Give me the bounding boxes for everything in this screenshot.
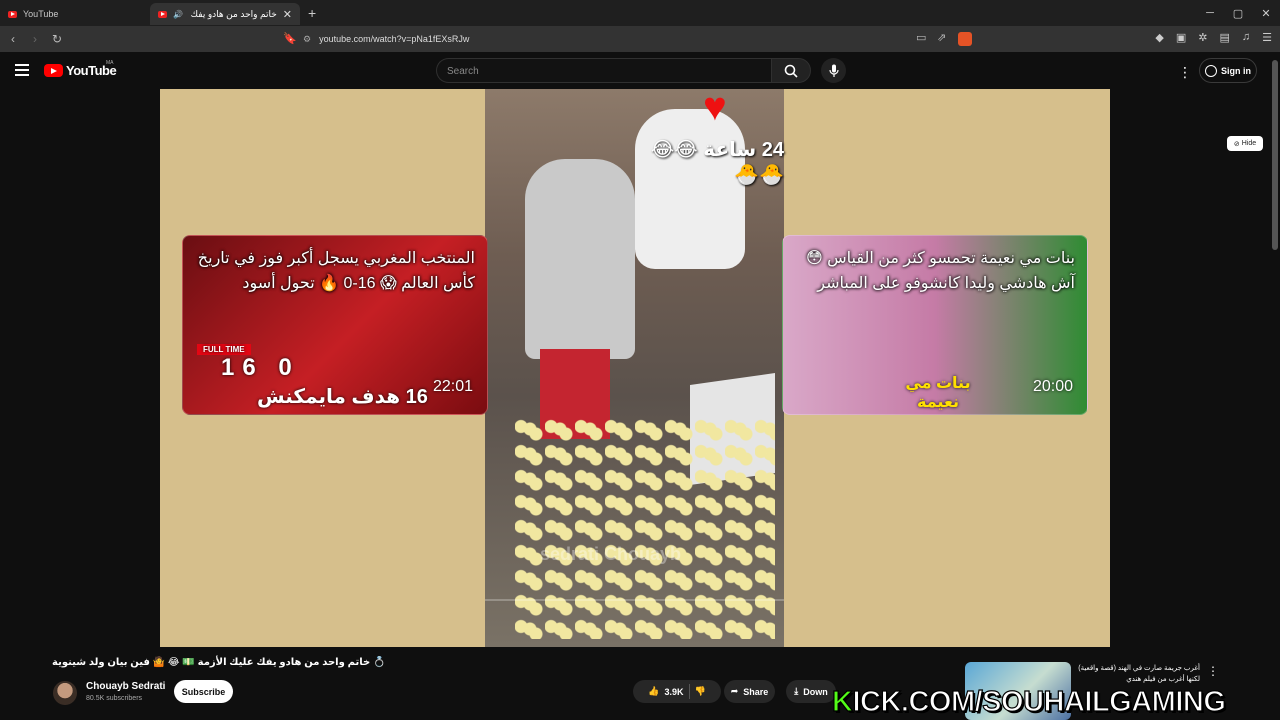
hide-end-cards-button[interactable]: ⊘ Hide bbox=[1227, 136, 1263, 151]
like-count: 3.9K bbox=[664, 686, 684, 697]
hide-icon: ⊘ bbox=[1233, 140, 1240, 148]
thumbs-down-icon: 👎 bbox=[694, 686, 706, 696]
youtube-favicon-icon bbox=[8, 10, 17, 18]
end-card-score: 16 0 bbox=[221, 354, 300, 381]
channel-name[interactable]: Chouayb Sedrati bbox=[86, 681, 165, 692]
minimize-icon[interactable]: ─ bbox=[1196, 7, 1224, 19]
close-tab-icon[interactable]: ✕ bbox=[283, 8, 292, 21]
video-overlay-text: 24 ساعة 😂😂🐣🐣 bbox=[650, 139, 784, 186]
end-card-duration: 22:01 bbox=[432, 378, 473, 395]
heart-icon: ♥ bbox=[703, 89, 727, 129]
like-button[interactable]: 👍 3.9K bbox=[648, 686, 683, 697]
tab-label: خاتم واحد من هادو يفك عليك bbox=[189, 8, 277, 19]
end-card-left[interactable]: المنتخب المغربي يسجل أكبر فوز في تاريخ ك… bbox=[182, 235, 488, 415]
subscribe-button[interactable]: Subscribe bbox=[174, 680, 233, 703]
end-card-title: بنات مي نعيمة تحمسو كثر من القياس 😳 آش ه… bbox=[806, 250, 1075, 292]
video-progress-bar[interactable] bbox=[485, 599, 784, 601]
brave-shield-icon[interactable] bbox=[958, 32, 972, 46]
window-controls: ─ ▢ ✕ bbox=[1196, 0, 1280, 26]
share-icon: ➦ bbox=[730, 686, 739, 696]
sidebar-icon[interactable]: ▣ bbox=[1176, 31, 1186, 44]
url-field[interactable]: ⚙ youtube.com/watch?v=pNa1fEXsRJw bbox=[303, 30, 973, 48]
banner-text: ICK.COM/SOUHAILGAMING bbox=[852, 685, 1227, 718]
video-player[interactable]: ♥ 24 ساعة 😂😂🐣🐣 sedrati Chouayb المنتخب ا… bbox=[160, 89, 1110, 647]
new-tab-icon[interactable]: + bbox=[308, 5, 316, 21]
hamburger-menu-icon[interactable] bbox=[15, 64, 29, 76]
tab-youtube[interactable]: YouTube bbox=[0, 3, 150, 25]
streamer-overlay-banner: KICK.COM/SOUHAILGAMING bbox=[831, 685, 1227, 719]
youtube-logo[interactable]: YouTube MA bbox=[44, 60, 117, 78]
banner-k: K bbox=[831, 685, 853, 718]
youtube-play-icon bbox=[44, 64, 63, 77]
youtube-favicon-icon bbox=[158, 10, 167, 18]
music-icon[interactable]: ♫ bbox=[1242, 31, 1250, 44]
tab-label: YouTube bbox=[23, 9, 59, 19]
recommended-more-icon[interactable]: ⋮ bbox=[1207, 664, 1219, 678]
maximize-icon[interactable]: ▢ bbox=[1224, 7, 1252, 20]
search-button[interactable] bbox=[771, 58, 811, 83]
end-card-thumb-text: بنات مي نعيمة تحمسو بزاااف bbox=[905, 375, 971, 414]
speaker-icon: 🔊 bbox=[173, 9, 183, 19]
sign-in-label: Sign in bbox=[1221, 65, 1251, 76]
divider bbox=[688, 684, 690, 699]
youtube-header: YouTube MA Search ⋮ Sign in bbox=[0, 52, 1280, 90]
hide-label: Hide bbox=[1241, 140, 1257, 147]
download-label: Down bbox=[803, 686, 828, 697]
thumbs-up-icon: 👍 bbox=[648, 686, 660, 696]
extensions-icon[interactable]: ✲ bbox=[1198, 31, 1207, 44]
country-code: MA bbox=[106, 60, 114, 66]
back-icon[interactable]: ‹ bbox=[4, 32, 22, 46]
video-watermark: sedrati Chouayb bbox=[540, 544, 682, 564]
dislike-button[interactable]: 👎 bbox=[695, 686, 706, 697]
download-icon: ⤓ bbox=[794, 686, 799, 696]
like-dislike-group: 👍 3.9K 👎 bbox=[633, 680, 721, 703]
page-scrollbar[interactable] bbox=[1272, 60, 1278, 250]
bookmark-icon[interactable]: 🔖 bbox=[283, 32, 297, 45]
search-icon bbox=[784, 64, 798, 78]
wallet-icon[interactable]: ◆ bbox=[1155, 31, 1163, 44]
end-card-title: المنتخب المغربي يسجل أكبر فوز في تاريخ ك… bbox=[197, 250, 475, 292]
end-card-thumb-text: 16 هدف مايمكنش bbox=[257, 386, 428, 408]
video-person-standing bbox=[635, 109, 745, 269]
browser-tab-bar: YouTube 🔊 خاتم واحد من هادو يفك عليك ✕ +… bbox=[0, 0, 1280, 26]
video-chicks bbox=[515, 419, 775, 639]
browser-toolbar-icons: ◆ ▣ ✲ ▤ ♫ ☰ bbox=[1155, 31, 1272, 44]
url-text: youtube.com/watch?v=pNa1fEXsRJw bbox=[319, 34, 470, 44]
settings-kebab-icon[interactable]: ⋮ bbox=[1178, 64, 1192, 81]
reload-icon[interactable]: ↻ bbox=[48, 32, 66, 46]
tab-current-video[interactable]: 🔊 خاتم واحد من هادو يفك عليك ✕ bbox=[150, 3, 300, 25]
share-label: Share bbox=[743, 686, 769, 697]
share-page-icon[interactable]: ⇗ bbox=[937, 31, 946, 44]
sign-in-button[interactable]: Sign in bbox=[1199, 58, 1257, 83]
media-icon[interactable]: ▤ bbox=[1219, 31, 1229, 44]
recommended-video-title[interactable]: أغرب جريمة صارت في الهند (قصة واقعية) لك… bbox=[1075, 663, 1200, 685]
menu-icon[interactable]: ☰ bbox=[1262, 31, 1272, 44]
video-title: خاتم واحد من هادو يفك عليك الأزمة 💵 😂 🤷 … bbox=[52, 657, 386, 668]
video-person-crouching bbox=[525, 159, 635, 359]
subscriber-count: 80.5K subscribers bbox=[86, 695, 143, 702]
channel-avatar[interactable] bbox=[53, 681, 77, 705]
close-window-icon[interactable]: ✕ bbox=[1252, 7, 1280, 20]
search-input[interactable]: Search bbox=[436, 58, 771, 83]
account-icon bbox=[1205, 64, 1217, 77]
download-button[interactable]: ⤓ Down bbox=[786, 680, 836, 703]
video-frame: ♥ 24 ساعة 😂😂🐣🐣 sedrati Chouayb bbox=[485, 89, 784, 647]
site-info-icon[interactable]: ⚙ bbox=[303, 34, 311, 45]
cast-icon[interactable]: ▭ bbox=[916, 31, 926, 44]
address-bar: ‹ › ↻ 🔖 ⚙ youtube.com/watch?v=pNa1fEXsRJ… bbox=[0, 26, 1280, 52]
microphone-icon bbox=[828, 64, 839, 77]
share-button[interactable]: ➦ Share bbox=[724, 680, 775, 703]
voice-search-button[interactable] bbox=[821, 58, 846, 83]
forward-icon[interactable]: › bbox=[26, 32, 44, 46]
end-card-right[interactable]: بنات مي نعيمة تحمسو كثر من القياس 😳 آش ه… bbox=[782, 235, 1088, 415]
end-card-duration: 20:00 bbox=[1032, 378, 1073, 395]
